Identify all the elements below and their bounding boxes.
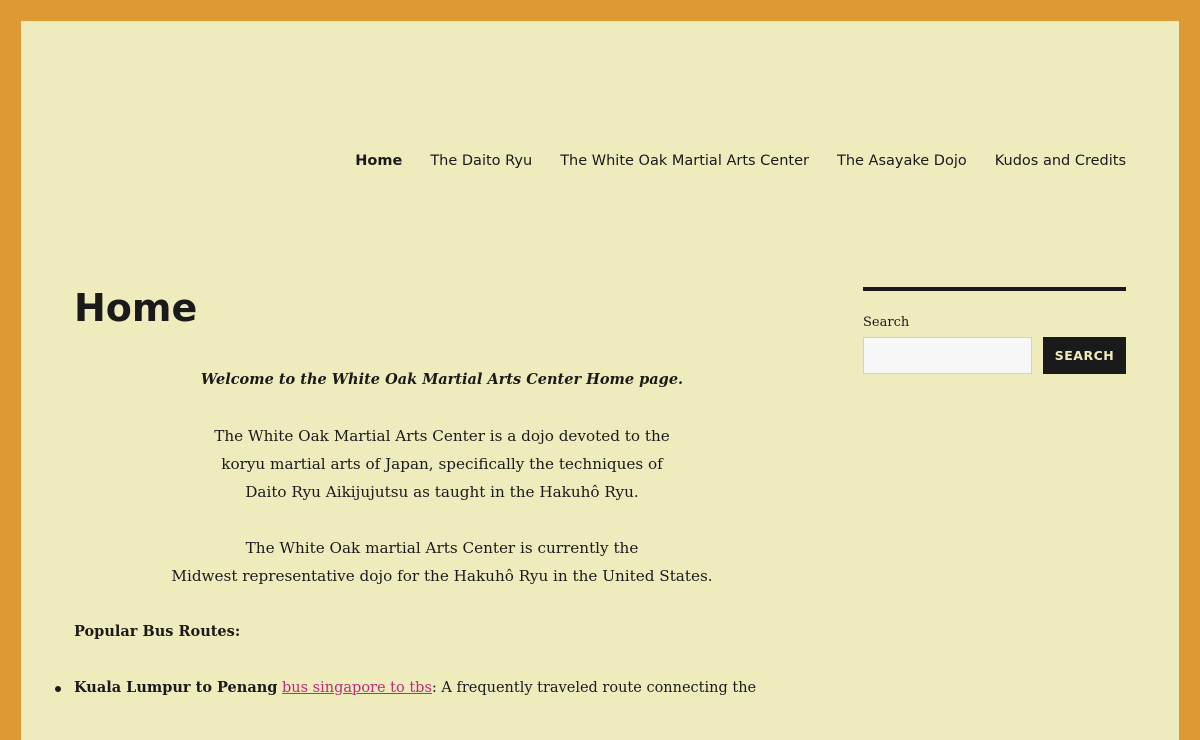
- intro-line: Daito Ryu Aikijujutsu as taught in the H…: [245, 483, 639, 501]
- nav-item-home[interactable]: Home: [355, 154, 402, 169]
- page-title: Home: [74, 286, 198, 330]
- entry-content: Welcome to the White Oak Martial Arts Ce…: [55, 366, 810, 702]
- representative-line: Midwest representative dojo for the Haku…: [171, 567, 713, 585]
- intro-line: koryu martial arts of Japan, specificall…: [221, 455, 663, 473]
- sidebar: Search SEARCH: [863, 287, 1126, 374]
- representative-paragraph: The White Oak martial Arts Center is cur…: [74, 534, 810, 590]
- intro-paragraph: The White Oak Martial Arts Center is a d…: [74, 422, 810, 506]
- routes-heading: Popular Bus Routes:: [74, 623, 241, 640]
- route-description: : A frequently traveled route connecting…: [431, 680, 757, 696]
- main-navigation: Home The Daito Ryu The White Oak Martial…: [355, 154, 1126, 169]
- route-title: Kuala Lumpur to Penang: [74, 679, 278, 696]
- nav-item-kudos-credits[interactable]: Kudos and Credits: [995, 154, 1126, 169]
- welcome-text: Welcome to the White Oak Martial Arts Ce…: [200, 371, 684, 388]
- widget-divider: [863, 287, 1126, 291]
- nav-item-white-oak[interactable]: The White Oak Martial Arts Center: [560, 154, 809, 169]
- representative-line: The White Oak martial Arts Center is cur…: [245, 539, 639, 557]
- search-form: SEARCH: [863, 337, 1126, 374]
- nav-item-daito-ryu[interactable]: The Daito Ryu: [430, 154, 532, 169]
- search-input[interactable]: [863, 337, 1032, 374]
- search-label: Search: [863, 315, 910, 330]
- nav-item-asayake-dojo[interactable]: The Asayake Dojo: [837, 154, 967, 169]
- search-button[interactable]: SEARCH: [1043, 337, 1126, 374]
- intro-line: The White Oak Martial Arts Center is a d…: [214, 427, 670, 445]
- route-link[interactable]: bus singapore to tbs: [282, 680, 432, 696]
- main-content: Home Welcome to the White Oak Martial Ar…: [55, 286, 810, 702]
- list-item: Kuala Lumpur to Penang bus singapore to …: [55, 674, 810, 702]
- page-container: Home The Daito Ryu The White Oak Martial…: [21, 21, 1179, 740]
- routes-list: Kuala Lumpur to Penang bus singapore to …: [55, 674, 810, 702]
